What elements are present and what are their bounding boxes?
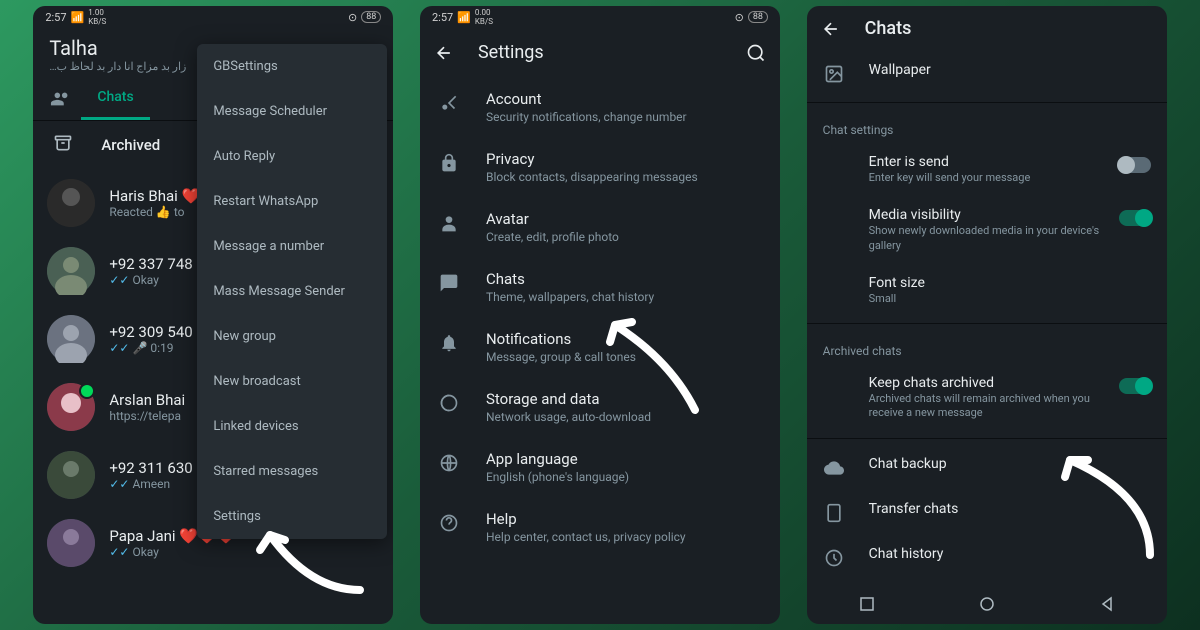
option-keep-archived[interactable]: Keep chats archivedArchived chats will r…: [807, 364, 1167, 432]
section-archived: Archived chats: [807, 330, 1167, 364]
menu-item-autoreply[interactable]: Auto Reply: [197, 134, 387, 179]
back-icon[interactable]: [821, 19, 841, 39]
chats-header: Chats: [807, 6, 1167, 51]
cloud-icon: [823, 457, 845, 479]
wallpaper-icon: [823, 63, 845, 85]
menu-item-starred[interactable]: Starred messages: [197, 449, 387, 494]
setting-help[interactable]: HelpHelp center, contact us, privacy pol…: [420, 497, 780, 557]
phone-panel-chat-settings: Chats Wallpaper Chat settings Enter is s…: [807, 6, 1167, 624]
phone-panel-chats: 2:57 📶 1.00KB/S ⊙ 88 Talha زار بد مزاج ا…: [33, 6, 393, 624]
kbps-label: 1.00KB/S: [88, 8, 106, 26]
section-chat-settings: Chat settings: [807, 109, 1167, 143]
setting-chats[interactable]: ChatsTheme, wallpapers, chat history: [420, 257, 780, 317]
toggle-keep-archived[interactable]: [1119, 378, 1151, 394]
toggle-enter-send[interactable]: [1119, 157, 1151, 173]
battery-badge: 88: [361, 11, 381, 23]
signal-icon: 📶: [71, 11, 85, 24]
lock-icon: ⊙: [735, 11, 744, 24]
settings-header: Settings: [420, 28, 780, 77]
signal-icon: 📶: [457, 11, 471, 24]
setting-notifications[interactable]: NotificationsMessage, group & call tones: [420, 317, 780, 377]
read-tick-icon: ✓✓: [109, 477, 129, 491]
avatar[interactable]: [47, 519, 95, 567]
avatar-icon: [438, 212, 460, 234]
settings-list: AccountSecurity notifications, change nu…: [420, 77, 780, 557]
menu-dropdown: GBSettings Message Scheduler Auto Reply …: [197, 44, 387, 539]
status-bar: 2:57 📶 1.00KB/S ⊙ 88: [33, 6, 393, 28]
avatar[interactable]: [47, 179, 95, 227]
data-icon: [438, 392, 460, 414]
toggle-media-visibility[interactable]: [1119, 210, 1151, 226]
menu-item-mass-sender[interactable]: Mass Message Sender: [197, 269, 387, 314]
option-transfer-chats[interactable]: Transfer chats: [807, 490, 1167, 535]
menu-item-settings[interactable]: Settings: [197, 494, 387, 539]
globe-icon: [438, 452, 460, 474]
key-icon: [438, 92, 460, 114]
option-enter-send[interactable]: Enter is sendEnter key will send your me…: [807, 143, 1167, 196]
option-chat-backup[interactable]: Chat backup: [807, 445, 1167, 490]
avatar[interactable]: [47, 315, 95, 363]
nav-back-icon[interactable]: [1099, 596, 1115, 612]
tab-chats[interactable]: Chats: [81, 77, 149, 120]
option-media-visibility[interactable]: Media visibilityShow newly downloaded me…: [807, 196, 1167, 264]
menu-item-linked-devices[interactable]: Linked devices: [197, 404, 387, 449]
read-tick-icon: ✓✓: [109, 341, 129, 355]
read-tick-icon: ✓✓: [109, 545, 129, 559]
settings-title: Settings: [478, 42, 722, 63]
setting-privacy[interactable]: PrivacyBlock contacts, disappearing mess…: [420, 137, 780, 197]
status-bar: 2:57 📶 0.00KB/S ⊙ 88: [420, 6, 780, 28]
menu-item-scheduler[interactable]: Message Scheduler: [197, 89, 387, 134]
help-icon: [438, 512, 460, 534]
menu-item-message-number[interactable]: Message a number: [197, 224, 387, 269]
chats-title: Chats: [865, 18, 912, 39]
lock-icon: [438, 152, 460, 174]
android-nav-bar: [807, 584, 1167, 624]
history-icon: [823, 547, 845, 569]
setting-avatar[interactable]: AvatarCreate, edit, profile photo: [420, 197, 780, 257]
menu-item-gbsettings[interactable]: GBSettings: [197, 44, 387, 89]
menu-item-new-broadcast[interactable]: New broadcast: [197, 359, 387, 404]
nav-home-icon[interactable]: [979, 596, 995, 612]
kbps-label: 0.00KB/S: [475, 8, 493, 26]
avatar[interactable]: [47, 383, 95, 431]
search-icon[interactable]: [746, 43, 766, 63]
divider: [807, 438, 1167, 439]
setting-account[interactable]: AccountSecurity notifications, change nu…: [420, 77, 780, 137]
read-tick-icon: ✓✓: [109, 273, 129, 287]
divider: [807, 102, 1167, 103]
back-icon[interactable]: [434, 43, 454, 63]
transfer-icon: [823, 502, 845, 524]
menu-item-restart[interactable]: Restart WhatsApp: [197, 179, 387, 224]
avatar[interactable]: [47, 247, 95, 295]
archived-label: Archived: [101, 136, 160, 154]
mic-icon: 🎤: [132, 341, 147, 355]
status-time: 2:57: [432, 11, 453, 24]
option-wallpaper[interactable]: Wallpaper: [807, 51, 1167, 96]
bell-icon: [438, 332, 460, 354]
archive-icon: [53, 133, 77, 157]
option-font-size[interactable]: Font sizeSmall: [807, 264, 1167, 317]
lock-icon: ⊙: [348, 11, 357, 24]
setting-storage[interactable]: Storage and dataNetwork usage, auto-down…: [420, 377, 780, 437]
menu-item-new-group[interactable]: New group: [197, 314, 387, 359]
setting-language[interactable]: App languageEnglish (phone's language): [420, 437, 780, 497]
option-chat-history[interactable]: Chat history: [807, 535, 1167, 580]
battery-badge: 88: [748, 11, 768, 23]
phone-panel-settings: 2:57 📶 0.00KB/S ⊙ 88 Settings AccountSec…: [420, 6, 780, 624]
divider: [807, 323, 1167, 324]
nav-recent-icon[interactable]: [859, 596, 875, 612]
avatar[interactable]: [47, 451, 95, 499]
community-icon[interactable]: [41, 88, 81, 110]
status-time: 2:57: [45, 11, 66, 24]
chat-preview: ✓✓Okay: [109, 545, 379, 559]
chat-icon: [438, 272, 460, 294]
